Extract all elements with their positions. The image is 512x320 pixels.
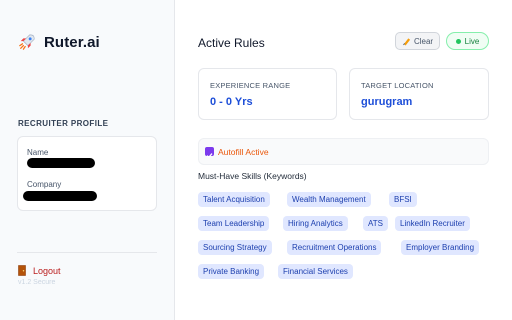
clear-button-label: Clear: [413, 36, 434, 46]
rocket-icon: [19, 34, 35, 50]
target-location-card: TARGET LOCATION gurugram: [349, 68, 489, 120]
skill-chip: Financial Services: [278, 264, 353, 279]
skill-chip: BFSI: [389, 192, 417, 207]
brand: Ruter.ai: [18, 33, 100, 51]
name-label: Name: [27, 148, 49, 157]
profile-card: Name Company: [17, 136, 157, 211]
version-label: v1.2 Secure: [18, 279, 56, 286]
target-location-value: gurugram: [361, 96, 413, 108]
skill-chip: Employer Branding: [401, 240, 480, 255]
live-status-badge: Live: [446, 32, 489, 50]
skill-chip: Team Leadership: [198, 216, 270, 231]
profile-section-label: RECRUITER PROFILE: [18, 119, 109, 128]
skill-chip: Talent Acquisition: [198, 192, 270, 207]
door-icon: [18, 265, 26, 276]
clear-button[interactable]: Clear: [395, 32, 440, 50]
eraser-icon: [402, 37, 411, 46]
company-value-redacted: [23, 191, 97, 201]
logout-label: Logout: [33, 265, 61, 276]
name-value-redacted: [27, 158, 95, 168]
skill-chip: Sourcing Strategy: [198, 240, 272, 255]
logout-button[interactable]: Logout: [18, 265, 61, 276]
skill-chip: ATS: [363, 216, 388, 231]
main-panel: Active Rules Clear Live EXPERIENCE RANGE…: [176, 0, 512, 320]
company-label: Company: [27, 180, 62, 189]
autofill-label: Autofill Active: [218, 147, 269, 157]
experience-range-card: EXPERIENCE RANGE 0 - 0 Yrs: [198, 68, 337, 120]
target-location-label: TARGET LOCATION: [361, 81, 434, 90]
skill-chip: Hiring Analytics: [283, 216, 348, 231]
experience-range-label: EXPERIENCE RANGE: [210, 81, 291, 90]
skill-chip: Recruitment Operations: [287, 240, 382, 255]
skill-chip: Private Banking: [198, 264, 265, 279]
skills-heading: Must-Have Skills (Keywords): [198, 171, 307, 181]
sidebar: Ruter.ai RECRUITER PROFILE Name Company …: [0, 0, 175, 320]
check-icon: [206, 153, 213, 159]
brand-name: Ruter.ai: [44, 33, 100, 51]
sidebar-divider: [17, 252, 157, 253]
page-title: Active Rules: [198, 36, 265, 50]
live-dot-icon: [455, 38, 461, 44]
skill-chip: Wealth Management: [287, 192, 371, 207]
live-label: Live: [464, 36, 480, 46]
autofill-checkbox[interactable]: [205, 147, 214, 159]
skill-chip: LinkedIn Recruiter: [395, 216, 470, 231]
experience-range-value: 0 - 0 Yrs: [210, 96, 253, 108]
autofill-row: Autofill Active: [198, 138, 489, 165]
